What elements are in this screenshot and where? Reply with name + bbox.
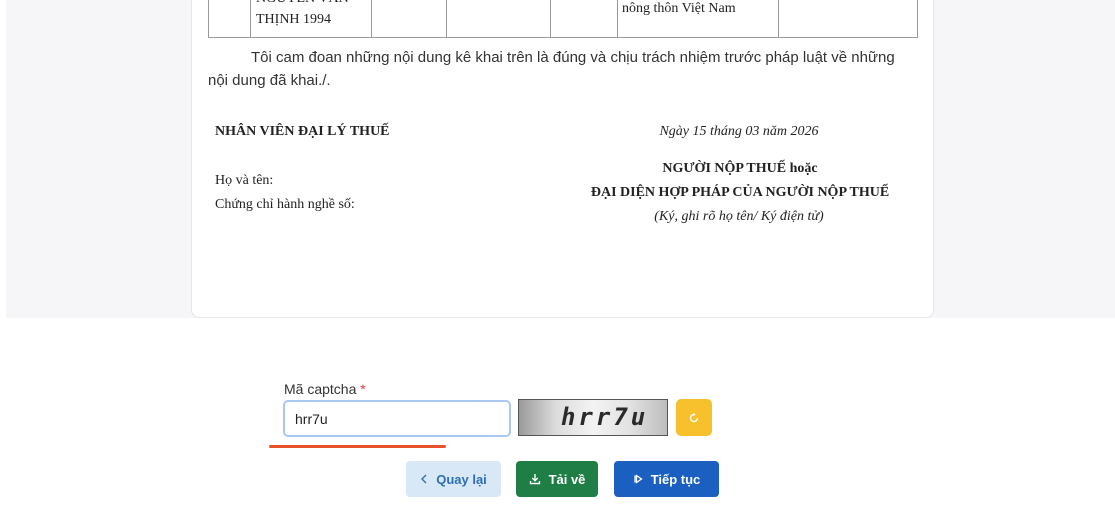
captcha-input[interactable] — [283, 400, 511, 437]
agent-cert-label: Chứng chỉ hành nghề số: — [215, 197, 355, 212]
required-mark: * — [360, 381, 366, 397]
table-cell-name: THỊNH 1994 — [256, 12, 332, 27]
table-divider — [617, 0, 618, 37]
captcha-label-text: Mã captcha — [284, 381, 357, 397]
download-button[interactable]: Tải về — [516, 461, 598, 497]
captcha-label: Mã captcha * — [284, 381, 366, 397]
table-divider — [550, 0, 551, 37]
download-icon — [529, 473, 541, 485]
agent-title: NHÂN VIÊN ĐẠI LÝ THUẾ — [215, 124, 390, 139]
captcha-image-text: hrr7u — [561, 403, 649, 431]
next-button-label: Tiếp tục — [650, 471, 701, 487]
annotation-underline — [269, 445, 446, 448]
signature-title-line1: NGƯỜI NỘP THUẾ hoặc — [662, 161, 818, 176]
table-cell-name-cut: NGUYỄN VĂN — [256, 0, 349, 8]
skip-next-icon — [633, 474, 643, 484]
table-divider — [778, 0, 779, 37]
next-button[interactable]: Tiếp tục — [614, 461, 719, 497]
signature-date: Ngày 15 tháng 03 năm 2026 — [659, 124, 819, 139]
captcha-refresh-button[interactable] — [676, 399, 712, 436]
table-divider — [250, 0, 251, 37]
back-button-label: Quay lại — [436, 471, 487, 487]
table-divider — [371, 0, 372, 37]
refresh-icon — [689, 412, 699, 422]
signature-note: (Ký, ghi rõ họ tên/ Ký điện tử) — [654, 209, 824, 224]
signature-title-line2: ĐẠI DIỆN HỢP PHÁP CỦA NGƯỜI NỘP THUẾ — [590, 185, 890, 200]
table-divider — [446, 0, 447, 37]
agent-name-label: Họ và tên: — [215, 173, 274, 188]
declaration-text: Tôi cam đoan những nội dung kê khai trên… — [208, 49, 895, 89]
table-cell-area: nông thôn Việt Nam — [622, 1, 736, 16]
download-button-label: Tải về — [548, 471, 586, 487]
back-button[interactable]: Quay lại — [406, 461, 501, 497]
captcha-image: hrr7u — [518, 399, 668, 436]
chevron-left-icon — [420, 474, 428, 484]
